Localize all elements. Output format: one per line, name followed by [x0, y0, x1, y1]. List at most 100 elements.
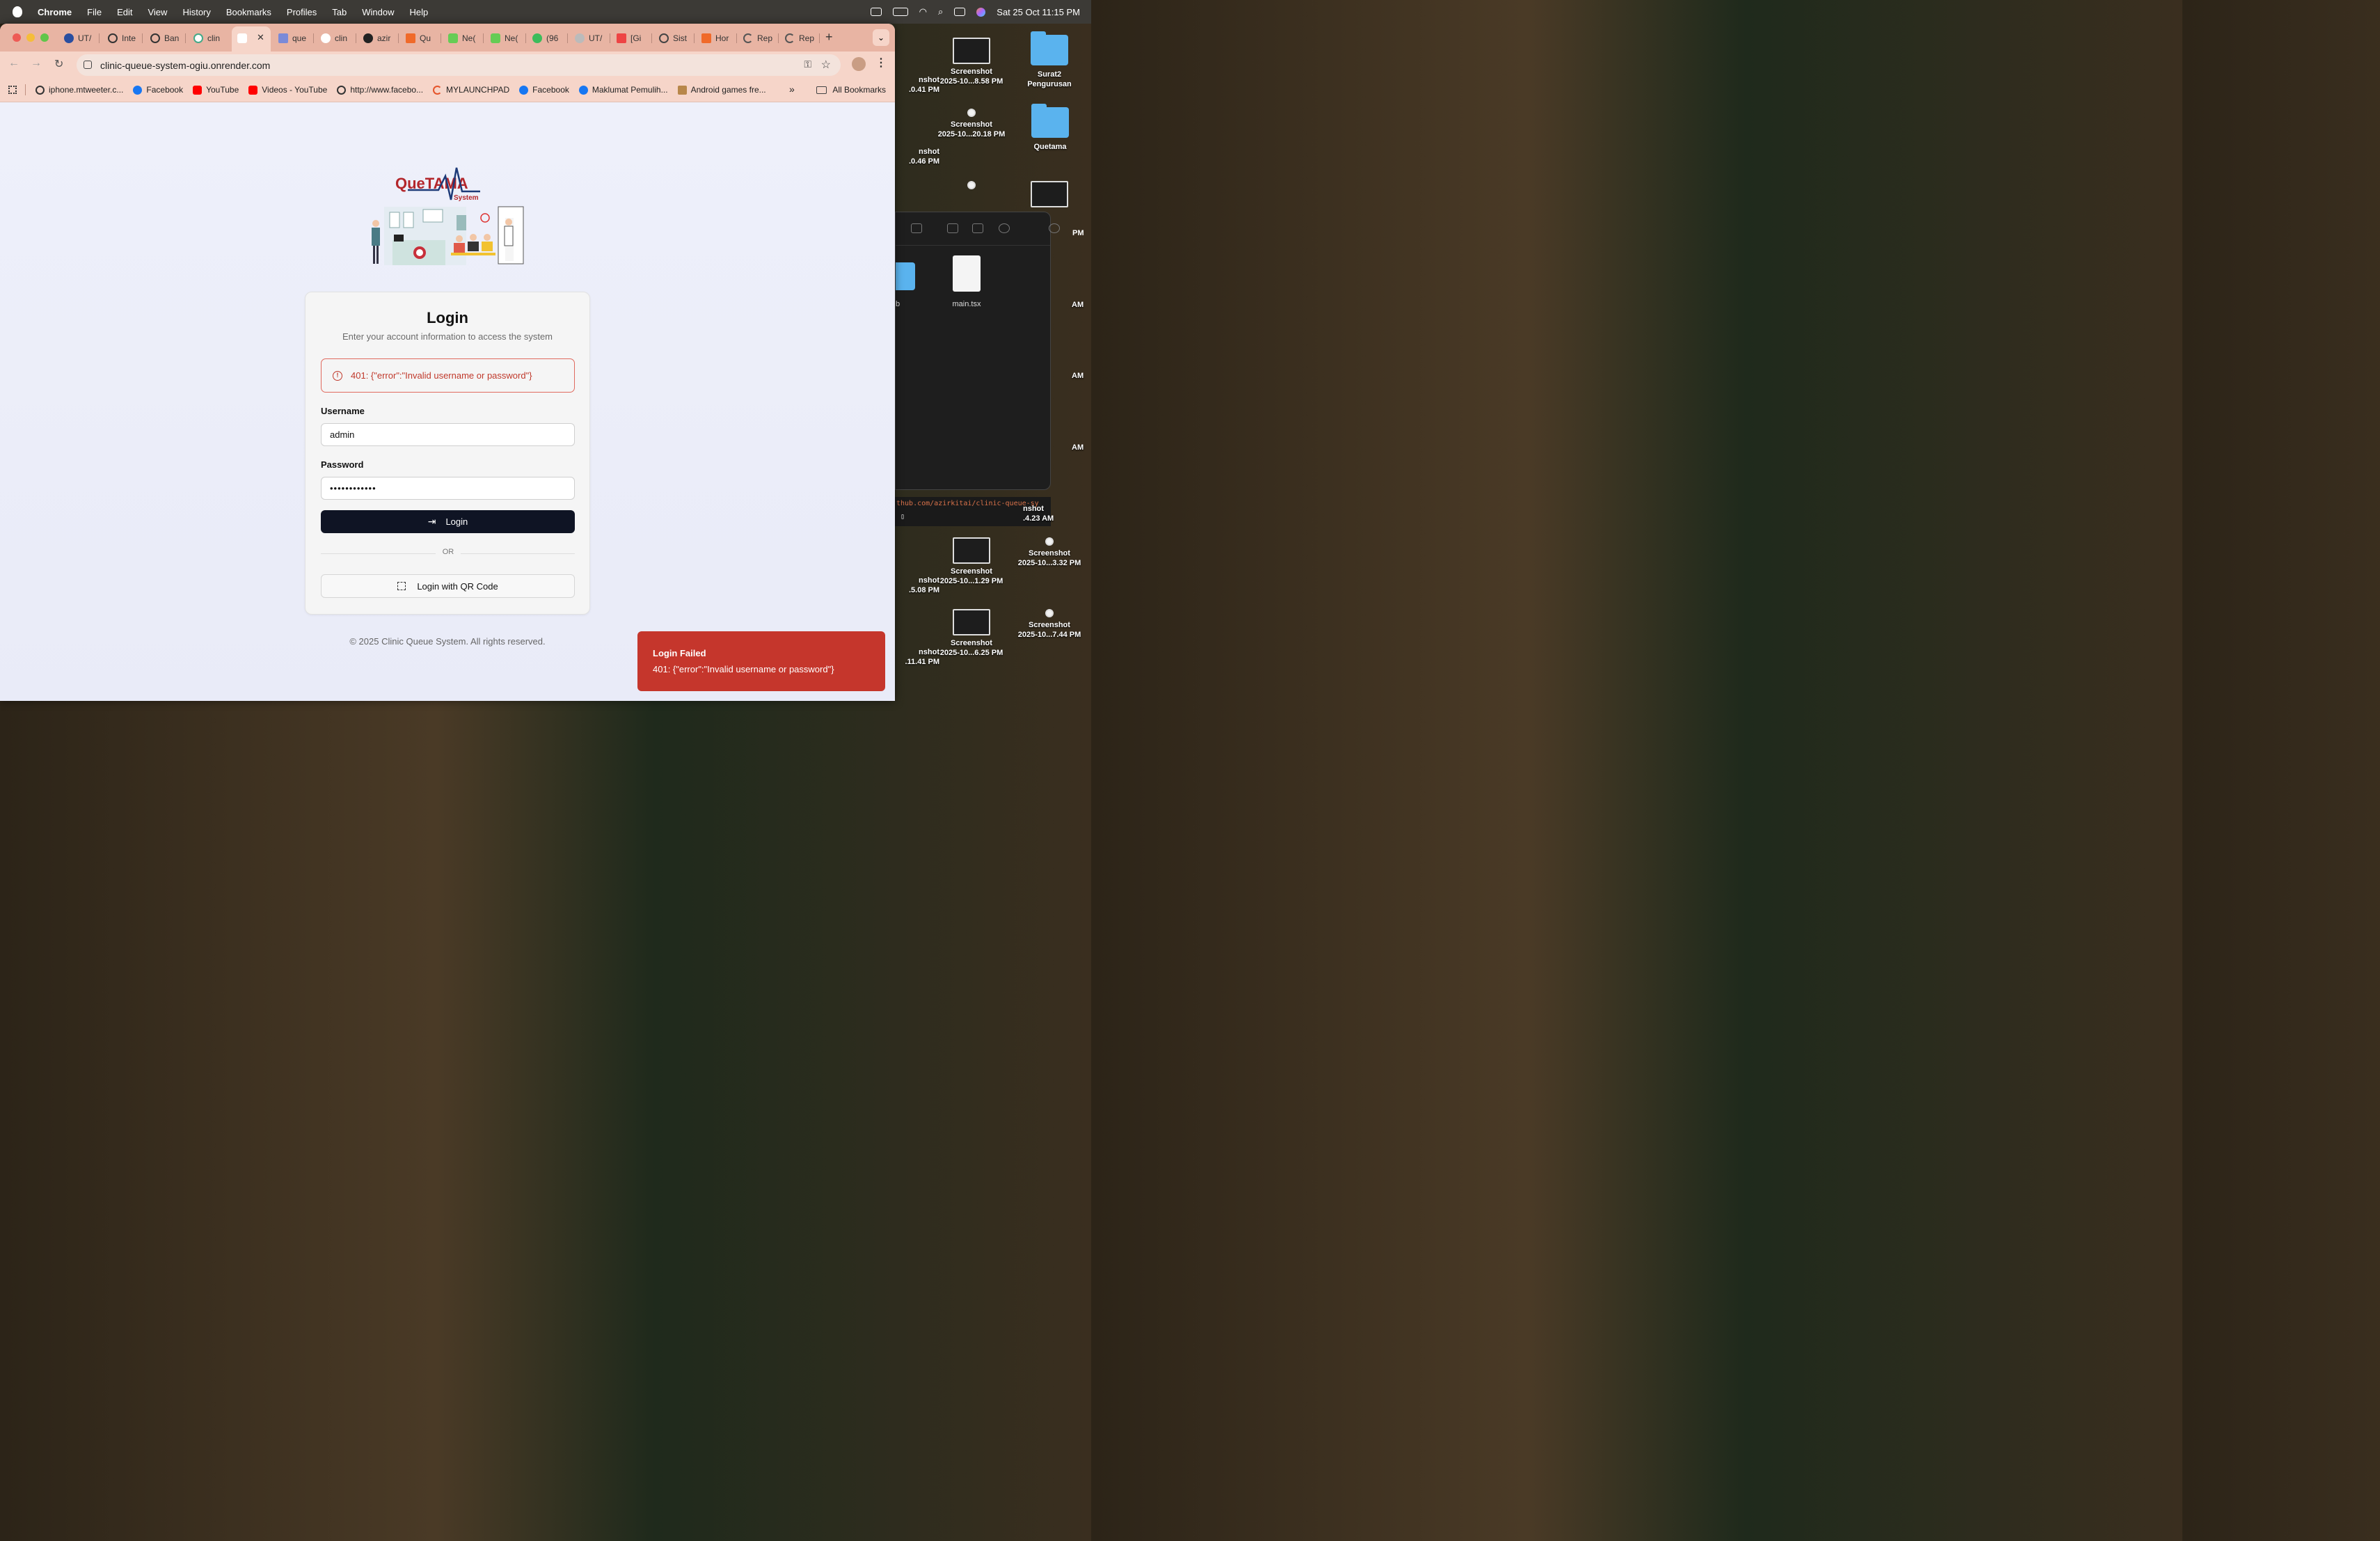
bookmark-item[interactable]: iphone.mtweeter.c...: [35, 85, 123, 95]
more-bookmarks-icon[interactable]: »: [789, 84, 795, 95]
browser-tab[interactable]: [Gi: [617, 30, 646, 47]
toast-message: 401: {"error":"Invalid username or passw…: [653, 664, 834, 674]
bookmark-item[interactable]: YouTube: [193, 85, 239, 95]
desktop-folder-quetama[interactable]: Quetama: [1012, 104, 1088, 152]
menubar-clock[interactable]: Sat 25 Oct 11:15 PM: [997, 7, 1080, 17]
all-bookmarks-label: All Bookmarks: [832, 85, 886, 95]
finder-toolbar: [896, 212, 1060, 246]
right-edge-time: AM: [1072, 301, 1084, 309]
facebook-icon: [578, 85, 588, 95]
browser-tab[interactable]: UT/: [64, 30, 93, 47]
back-arrow-icon[interactable]: ←: [8, 57, 19, 70]
folder-icon: [1031, 104, 1069, 138]
window-controls: [13, 33, 49, 42]
bookmark-item[interactable]: Facebook: [133, 85, 183, 95]
tag-icon[interactable]: [972, 223, 983, 233]
desktop-file-screenshot[interactable]: Screenshot 2025-10...6.25 PM: [933, 609, 1010, 658]
qr-login-button[interactable]: Login with QR Code: [321, 574, 575, 598]
menu-view[interactable]: View: [148, 7, 167, 17]
address-url[interactable]: clinic-queue-system-ogiu.onrender.com: [100, 60, 270, 71]
close-window-button[interactable]: [13, 33, 21, 42]
menu-window[interactable]: Window: [362, 7, 394, 17]
wifi-icon[interactable]: ◠: [919, 6, 927, 17]
bookmark-item[interactable]: Facebook: [519, 85, 569, 95]
qr-code-icon: [397, 582, 406, 590]
browser-tab[interactable]: Sist: [659, 30, 688, 47]
profile-avatar[interactable]: [852, 57, 866, 71]
close-tab-icon[interactable]: ✕: [257, 32, 264, 43]
error-toast[interactable]: Login Failed 401: {"error":"Invalid user…: [637, 631, 885, 691]
folder-icon[interactable]: [896, 262, 915, 290]
apps-grid-icon[interactable]: [8, 86, 17, 94]
desktop-file-thumb[interactable]: [1011, 181, 1088, 210]
bookmark-item[interactable]: http://www.facebo...: [337, 85, 423, 95]
bookmark-item[interactable]: Android games fre...: [677, 85, 766, 95]
desktop-file-thumb[interactable]: [933, 181, 1010, 192]
all-bookmarks-button[interactable]: All Bookmarks: [816, 85, 886, 95]
username-input[interactable]: [321, 423, 575, 446]
apple-logo-icon[interactable]: [13, 6, 22, 17]
control-center-icon[interactable]: [954, 8, 966, 16]
spotlight-search-icon[interactable]: ⌕: [938, 6, 943, 17]
tab-search-button[interactable]: ⌄: [873, 29, 889, 46]
more-actions-icon[interactable]: [999, 223, 1010, 233]
menu-profiles[interactable]: Profiles: [287, 7, 317, 17]
keyboard-input-icon[interactable]: [870, 8, 882, 16]
desktop-folder-surat2[interactable]: Surat2 Pengurusan: [1011, 31, 1088, 89]
battery-icon[interactable]: [892, 8, 908, 16]
browser-tab[interactable]: (96: [532, 30, 562, 47]
finder-window[interactable]: b main.tsx PM: [895, 212, 1084, 490]
menu-history[interactable]: History: [182, 7, 210, 17]
browser-tab[interactable]: clin: [321, 30, 350, 47]
browser-tab[interactable]: Ne(: [448, 30, 477, 47]
menu-edit[interactable]: Edit: [117, 7, 132, 17]
zoom-window-button[interactable]: [40, 33, 49, 42]
active-tab[interactable]: ✕: [232, 26, 271, 52]
desktop-file-screenshot[interactable]: Screenshot 2025-10...1.29 PM: [933, 537, 1010, 586]
address-bar[interactable]: clinic-queue-system-ogiu.onrender.com ⚿ …: [77, 54, 841, 76]
browser-tab[interactable]: Ban: [150, 30, 180, 47]
chrome-menu-icon[interactable]: ⋮: [875, 56, 887, 70]
search-icon[interactable]: [1049, 223, 1060, 233]
bookmark-item[interactable]: Maklumat Pemulih...: [578, 85, 668, 95]
browser-tab[interactable]: Qu: [406, 30, 435, 47]
finder-file-label[interactable]: main.tsx: [937, 300, 996, 308]
new-tab-button[interactable]: +: [825, 30, 833, 45]
password-key-icon[interactable]: ⚿: [804, 58, 811, 70]
site-info-icon[interactable]: [84, 61, 92, 69]
reload-icon[interactable]: ↻: [54, 57, 63, 71]
menu-help[interactable]: Help: [410, 7, 429, 17]
minimize-window-button[interactable]: [26, 33, 35, 42]
browser-tab[interactable]: Inte: [108, 30, 137, 47]
share-icon[interactable]: [947, 223, 958, 233]
menu-tab[interactable]: Tab: [332, 7, 347, 17]
or-text: OR: [436, 548, 461, 556]
bookmark-item[interactable]: MYLAUNCHPAD: [433, 85, 509, 95]
browser-tab[interactable]: Ne(: [491, 30, 520, 47]
login-subtitle: Enter your account information to access…: [342, 331, 553, 342]
file-icon[interactable]: [953, 255, 981, 292]
browser-tab[interactable]: Hor: [701, 30, 731, 47]
browser-tab[interactable]: clin: [193, 30, 223, 47]
login-button[interactable]: ⇥ Login: [321, 510, 575, 533]
menu-file[interactable]: File: [87, 7, 102, 17]
browser-tab[interactable]: Rep: [743, 30, 772, 47]
forward-arrow-icon[interactable]: →: [31, 57, 42, 70]
browser-tab[interactable]: que: [278, 30, 308, 47]
bookmark-star-icon[interactable]: ☆: [821, 58, 831, 72]
bookmark-item[interactable]: Videos - YouTube: [248, 85, 327, 95]
menu-bookmarks[interactable]: Bookmarks: [226, 7, 271, 17]
siri-icon[interactable]: [976, 7, 986, 17]
view-options-icon[interactable]: [911, 223, 922, 233]
desktop-file-screenshot[interactable]: Screenshot 2025-10...20.18 PM: [933, 109, 1010, 139]
desktop-file-screenshot[interactable]: Screenshot 2025-10...8.58 PM: [933, 38, 1010, 86]
browser-tab[interactable]: Rep: [785, 30, 814, 47]
browser-tab[interactable]: UT/: [575, 30, 604, 47]
desktop-file-screenshot[interactable]: Screenshot 2025-10...7.44 PM: [1011, 609, 1088, 640]
menu-app-name[interactable]: Chrome: [38, 7, 72, 17]
facebook-icon: [133, 85, 143, 95]
browser-tab[interactable]: azir: [363, 30, 392, 47]
youtube-icon: [193, 85, 203, 95]
password-input[interactable]: ••••••••••••: [321, 477, 575, 500]
desktop-file-screenshot[interactable]: Screenshot 2025-10...3.32 PM: [1011, 537, 1088, 568]
